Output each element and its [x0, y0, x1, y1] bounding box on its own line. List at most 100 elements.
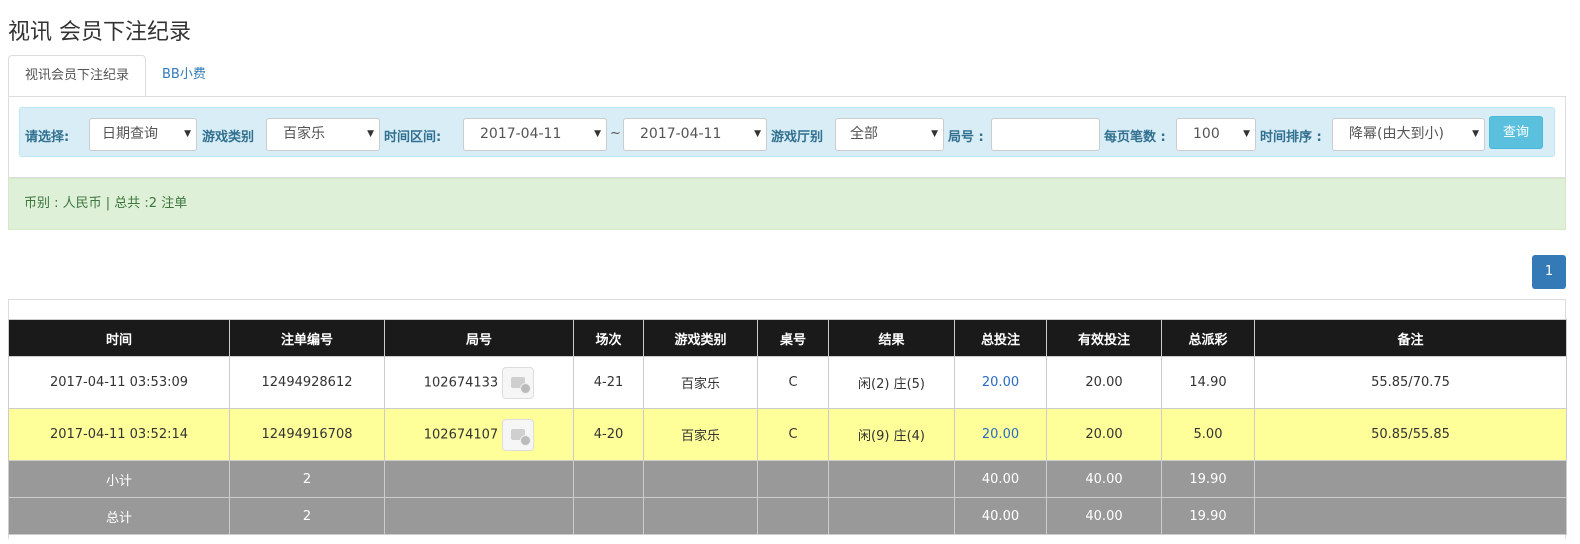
chevron-down-icon: ▼: [367, 129, 374, 139]
chevron-down-icon: ▼: [1243, 129, 1250, 139]
pagination-page-1[interactable]: 1: [1532, 255, 1566, 289]
hall-select[interactable]: 全部 ▼: [835, 118, 944, 151]
cell-table-no: C: [757, 408, 829, 461]
cell-game-type: 百家乐: [643, 408, 758, 461]
chevron-down-icon: ▼: [184, 129, 191, 139]
cell-session: 4-20: [573, 408, 644, 461]
total-label: 总计: [8, 497, 230, 535]
header-result: 结果: [828, 319, 955, 357]
header-valid-bet: 有效投注: [1046, 319, 1162, 357]
round-number: 102674107: [423, 427, 499, 442]
total-valid-bet: 40.00: [1046, 497, 1162, 535]
date-from-value: 2017-04-11: [480, 126, 562, 142]
sort-label: 时间排序 :: [1260, 130, 1322, 145]
empty-cell: [1254, 460, 1567, 498]
chevron-down-icon: ▼: [754, 129, 761, 139]
tab-bb-tips[interactable]: BB小费: [146, 55, 222, 95]
empty-cell: [757, 460, 829, 498]
subtotal-row: 小计 2 40.00 40.00 19.90: [8, 460, 1567, 498]
cell-result: 闲(9) 庄(4): [828, 408, 955, 461]
video-replay-icon[interactable]: [502, 418, 535, 451]
header-game-type: 游戏类别: [643, 319, 758, 357]
round-label: 局号 :: [948, 130, 984, 145]
game-type-label: 游戏类别: [202, 130, 255, 145]
date-to-value: 2017-04-11: [640, 126, 722, 142]
query-type-value: 日期查询: [102, 126, 158, 142]
per-page-value: 100: [1193, 126, 1220, 142]
cell-bet-id: 12494928612: [229, 356, 385, 409]
empty-cell: [643, 497, 758, 535]
header-payout: 总派彩: [1161, 319, 1255, 357]
select-label: 请选择:: [25, 130, 70, 145]
header-total-bet: 总投注: [954, 319, 1047, 357]
chevron-down-icon: ▼: [1472, 129, 1479, 139]
empty-cell: [643, 460, 758, 498]
header-round: 局号: [384, 319, 574, 357]
hall-label: 游戏厅别: [771, 130, 824, 145]
subtotal-valid-bet: 40.00: [1046, 460, 1162, 498]
round-input[interactable]: [991, 118, 1100, 151]
cell-valid-bet: 20.00: [1046, 356, 1162, 409]
per-page-select[interactable]: 100 ▼: [1176, 118, 1256, 151]
summary-alert: 币别 : 人民币 | 总共 :2 注单: [8, 178, 1566, 230]
header-note: 备注: [1254, 319, 1567, 357]
date-to-select[interactable]: 2017-04-11 ▼: [623, 118, 767, 151]
date-range-separator: ~: [610, 126, 621, 141]
cell-note: 50.85/55.85: [1254, 408, 1567, 461]
tab-bar: 视讯会员下注纪录 BB小费: [8, 55, 222, 97]
cell-game-type: 百家乐: [643, 356, 758, 409]
total-bet-link[interactable]: 20.00: [982, 427, 1019, 442]
sort-value: 降幂(由大到小): [1349, 126, 1444, 142]
page-title: 视讯 会员下注纪录: [8, 20, 191, 45]
cell-table-no: C: [757, 356, 829, 409]
tab-bet-records[interactable]: 视讯会员下注纪录: [8, 55, 147, 97]
query-type-select[interactable]: 日期查询 ▼: [89, 118, 197, 151]
per-page-label: 每页笔数 :: [1104, 130, 1166, 145]
subtotal-count: 2: [229, 460, 385, 498]
subtotal-total-bet: 40.00: [954, 460, 1047, 498]
empty-cell: [828, 460, 955, 498]
empty-cell: [384, 460, 574, 498]
bet-records-table: 时间 注单编号 局号 场次 游戏类别 桌号 结果 总投注 有效投注 总派彩 备注…: [8, 319, 1567, 535]
cell-note: 55.85/70.75: [1254, 356, 1567, 409]
cell-total-bet: 20.00: [954, 356, 1047, 409]
game-type-value: 百家乐: [283, 126, 325, 142]
cell-time: 2017-04-11 03:53:09: [8, 356, 230, 409]
empty-cell: [573, 460, 644, 498]
cell-payout: 5.00: [1161, 408, 1255, 461]
header-bet-id: 注单编号: [229, 319, 385, 357]
empty-cell: [757, 497, 829, 535]
hall-value: 全部: [850, 126, 878, 142]
cell-result: 闲(2) 庄(5): [828, 356, 955, 409]
total-total-bet: 40.00: [954, 497, 1047, 535]
time-range-label: 时间区间:: [384, 130, 442, 145]
cell-session: 4-21: [573, 356, 644, 409]
date-from-select[interactable]: 2017-04-11 ▼: [463, 118, 607, 151]
total-payout: 19.90: [1161, 497, 1255, 535]
table-row: 2017-04-11 03:52:14 12494916708 10267410…: [8, 408, 1567, 461]
empty-cell: [384, 497, 574, 535]
subtotal-label: 小计: [8, 460, 230, 498]
cell-bet-id: 12494916708: [229, 408, 385, 461]
query-button[interactable]: 查询: [1489, 116, 1543, 149]
round-number: 102674133: [423, 375, 499, 390]
header-table-no: 桌号: [757, 319, 829, 357]
empty-cell: [1254, 497, 1567, 535]
total-bet-link[interactable]: 20.00: [982, 375, 1019, 390]
empty-cell: [828, 497, 955, 535]
cell-round: 102674107: [384, 408, 574, 461]
total-count: 2: [229, 497, 385, 535]
table-header-row: 时间 注单编号 局号 场次 游戏类别 桌号 结果 总投注 有效投注 总派彩 备注: [8, 319, 1567, 357]
header-session: 场次: [573, 319, 644, 357]
sort-select[interactable]: 降幂(由大到小) ▼: [1332, 118, 1485, 151]
cell-round: 102674133: [384, 356, 574, 409]
chevron-down-icon: ▼: [594, 129, 601, 139]
video-replay-icon[interactable]: [502, 366, 535, 399]
cell-total-bet: 20.00: [954, 408, 1047, 461]
cell-payout: 14.90: [1161, 356, 1255, 409]
subtotal-payout: 19.90: [1161, 460, 1255, 498]
game-type-select[interactable]: 百家乐 ▼: [266, 118, 380, 151]
table-row: 2017-04-11 03:53:09 12494928612 10267413…: [8, 356, 1567, 409]
empty-cell: [573, 497, 644, 535]
total-row: 总计 2 40.00 40.00 19.90: [8, 497, 1567, 535]
